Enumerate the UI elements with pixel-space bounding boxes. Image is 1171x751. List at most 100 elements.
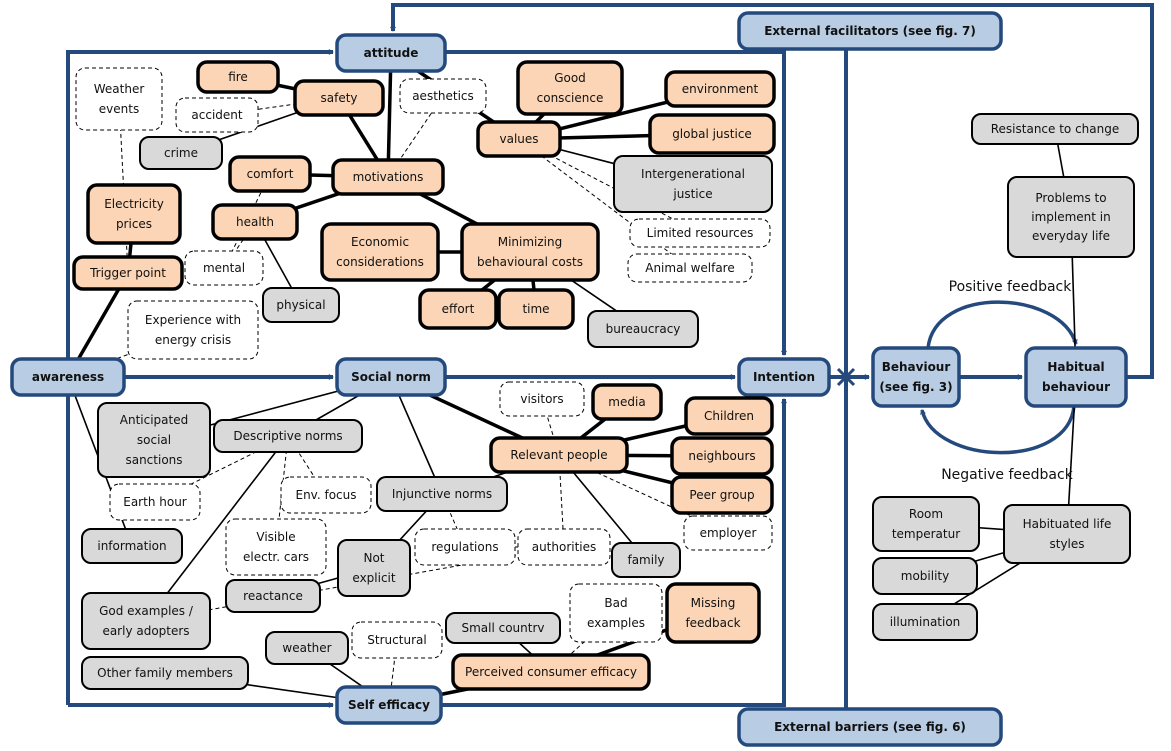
- node-label: energy crisis: [155, 333, 231, 347]
- positive-feedback-arrow: [926, 300, 1078, 349]
- node-relevant: Relevant people: [489, 436, 629, 474]
- node-perceived: Perceived consumer efficacy: [451, 653, 651, 691]
- node-label: justice: [672, 187, 712, 201]
- node-label: reactance: [243, 589, 303, 603]
- node-label: Resistance to change: [991, 122, 1120, 136]
- node-habituated: Habituated life styles: [1003, 504, 1131, 564]
- node-family: family: [611, 542, 681, 578]
- node-label: prices: [116, 217, 152, 231]
- node-label: Earth hour: [123, 495, 187, 509]
- node-label: attitude: [364, 46, 419, 60]
- node-label: Problems to: [1035, 191, 1106, 205]
- node-label: Anticipated: [120, 413, 188, 427]
- node-label: bureaucracy: [606, 322, 681, 336]
- node-label: examples: [587, 616, 645, 630]
- node-label: information: [97, 539, 166, 553]
- node-label: Habitual: [1047, 360, 1104, 374]
- node-limited: Limited resources: [629, 218, 771, 248]
- node-fire: fire: [196, 60, 280, 94]
- node-label: mobility: [901, 569, 949, 583]
- node-intergen: Intergenerational justice: [613, 155, 773, 213]
- node-label: social: [137, 433, 171, 447]
- node-trigger: Trigger point: [72, 255, 184, 291]
- node-box: [613, 155, 773, 213]
- node-label: illumination: [890, 615, 961, 629]
- node-label: physical: [276, 298, 325, 312]
- node-label: Economic: [351, 235, 409, 249]
- node-label: behavioural costs: [477, 255, 583, 269]
- node-label: time: [522, 302, 549, 316]
- node-aesthetics: aesthetics: [399, 78, 487, 114]
- node-awareness: awareness: [10, 357, 126, 397]
- node-social-norm: Social norm: [335, 357, 447, 397]
- node-label: crime: [164, 146, 198, 160]
- node-label: events: [99, 102, 139, 116]
- node-small-country: Small countrv: [445, 612, 561, 644]
- negative-feedback-label: Negative feedback: [941, 467, 1073, 483]
- node-motivations: motivations: [331, 158, 445, 196]
- node-earth-hour: Earth hour: [109, 483, 201, 521]
- node-neighbours: neighbours: [670, 436, 774, 476]
- node-box: [460, 222, 600, 282]
- node-box: [225, 518, 327, 576]
- node-label: (see fig. 3): [879, 380, 952, 394]
- node-ext-fac: External facilitators (see fig. 7): [737, 11, 1003, 51]
- node-box: [872, 496, 980, 552]
- node-attitude: attitude: [335, 33, 447, 73]
- node-label: visitors: [520, 392, 563, 406]
- node-label: Env. focus: [295, 488, 356, 502]
- node-mobility: mobility: [872, 557, 978, 595]
- node-label: Injunctive norms: [392, 487, 492, 501]
- node-label: mental: [203, 261, 245, 275]
- node-label: Social norm: [351, 370, 431, 384]
- node-label: Intention: [753, 370, 815, 384]
- node-label: implement in: [1031, 210, 1111, 224]
- node-label: regulations: [431, 540, 498, 554]
- node-label: Intergenerational: [641, 167, 745, 181]
- node-label: aesthetics: [412, 89, 474, 103]
- node-label: Visible: [256, 530, 295, 544]
- node-label: early adopters: [102, 624, 189, 638]
- node-label: Behaviour: [882, 360, 951, 374]
- node-label: Weather: [94, 82, 145, 96]
- node-self-efficacy: Self efficacy: [335, 685, 443, 725]
- node-label: neighbours: [688, 449, 755, 463]
- node-box: [75, 67, 163, 131]
- node-box: [665, 582, 761, 644]
- node-health: health: [211, 203, 299, 241]
- node-label: styles: [1049, 537, 1084, 551]
- node-label: feedback: [685, 616, 740, 630]
- node-label: health: [236, 215, 274, 229]
- node-box: [337, 539, 411, 597]
- node-reactance: reactance: [225, 579, 321, 613]
- node-electricity: Electricity prices: [86, 183, 182, 245]
- node-effort: effort: [418, 288, 498, 330]
- positive-feedback-label: Positive feedback: [949, 279, 1073, 295]
- node-label: conscience: [537, 91, 604, 105]
- node-label: considerations: [336, 255, 424, 269]
- node-box: [127, 300, 259, 360]
- node-label: behaviour: [1042, 380, 1110, 394]
- node-media: media: [591, 383, 663, 421]
- node-label: temperatur: [892, 527, 960, 541]
- node-label: sanctions: [125, 453, 182, 467]
- node-label: Missing: [691, 596, 736, 610]
- node-label: Children: [704, 409, 754, 423]
- node-label: Structural: [367, 633, 426, 647]
- node-visible: Visible electr. cars: [225, 518, 327, 576]
- node-weather: weather: [265, 631, 349, 665]
- node-god-examples: God examples / early adopters: [81, 592, 211, 650]
- node-box: [516, 60, 624, 116]
- node-animal: Animal welfare: [627, 253, 753, 283]
- node-ext-bar: External barriers (see fig. 6): [737, 707, 1003, 747]
- node-label: Bad: [604, 596, 627, 610]
- node-label: Minimizing: [498, 235, 563, 249]
- node-label: effort: [442, 302, 475, 316]
- node-other-family: Other family members: [81, 656, 249, 690]
- node-label: Electricity: [104, 197, 164, 211]
- node-label: Habituated life: [1023, 517, 1112, 531]
- node-descriptive: Descriptive norms: [213, 419, 363, 453]
- node-label: Small countrv: [461, 621, 544, 635]
- negative-feedback-arrow: [920, 405, 1076, 455]
- node-box: [569, 583, 663, 643]
